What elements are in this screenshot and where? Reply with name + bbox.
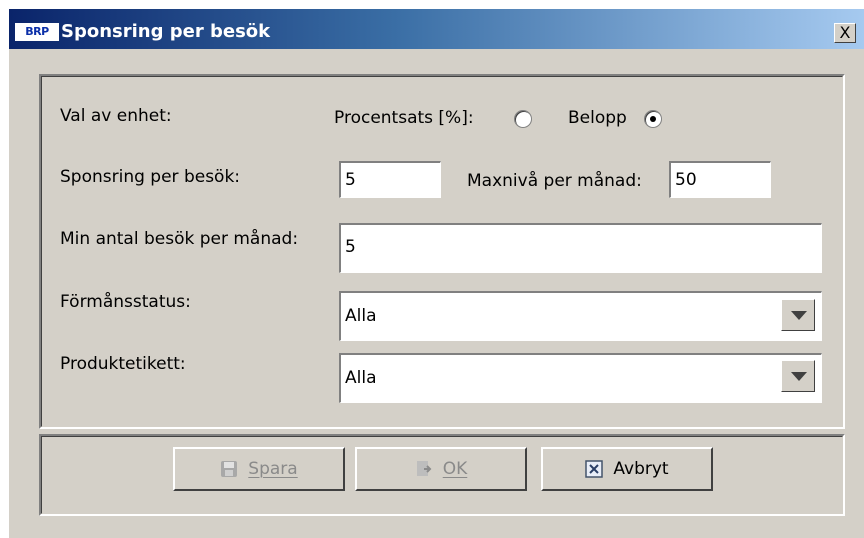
close-button[interactable]: X — [834, 23, 856, 43]
max-level-label: Maxnivå per månad: — [467, 171, 642, 191]
product-label-dropdown-button[interactable] — [781, 360, 815, 392]
sponsor-label: Sponsring per besök: — [60, 167, 241, 187]
max-level-input[interactable]: 50 — [668, 160, 772, 199]
dialog-window: BRP Sponsring per besök X Val av enhet: … — [8, 8, 864, 538]
unit-label: Val av enhet: — [60, 106, 172, 126]
percent-label: Procentsats [%]: — [334, 108, 474, 128]
cancel-button[interactable]: Avbryt — [541, 447, 713, 491]
product-label-select[interactable]: Alla — [338, 352, 823, 404]
amount-label: Belopp — [568, 108, 627, 128]
cross-box-icon — [585, 460, 604, 478]
min-visits-input[interactable]: 5 — [338, 222, 823, 274]
product-label-label: Produktetikett: — [60, 354, 186, 374]
benefit-status-select[interactable]: Alla — [338, 290, 823, 342]
save-button[interactable]: Spara — [173, 447, 345, 491]
min-visits-label: Min antal besök per månad: — [60, 229, 299, 249]
cancel-button-label: Avbryt — [613, 459, 669, 479]
percent-radio[interactable] — [514, 110, 532, 128]
ok-button-label: OK — [442, 459, 468, 479]
window-title: Sponsring per besök — [61, 21, 271, 42]
chevron-down-icon — [791, 372, 807, 381]
benefit-status-dropdown-button[interactable] — [781, 299, 815, 331]
sponsor-input[interactable]: 5 — [338, 160, 442, 199]
document-arrow-icon — [415, 460, 433, 478]
ok-button[interactable]: OK — [355, 447, 527, 491]
app-logo: BRP — [15, 23, 59, 41]
title-bar[interactable]: BRP Sponsring per besök X — [9, 9, 864, 49]
amount-radio[interactable] — [644, 110, 662, 128]
radio-selected-dot — [650, 116, 656, 122]
chevron-down-icon — [791, 311, 807, 320]
save-button-label: Spara — [248, 459, 298, 479]
floppy-disk-icon — [220, 460, 238, 478]
benefit-status-label: Förmånsstatus: — [60, 292, 191, 312]
